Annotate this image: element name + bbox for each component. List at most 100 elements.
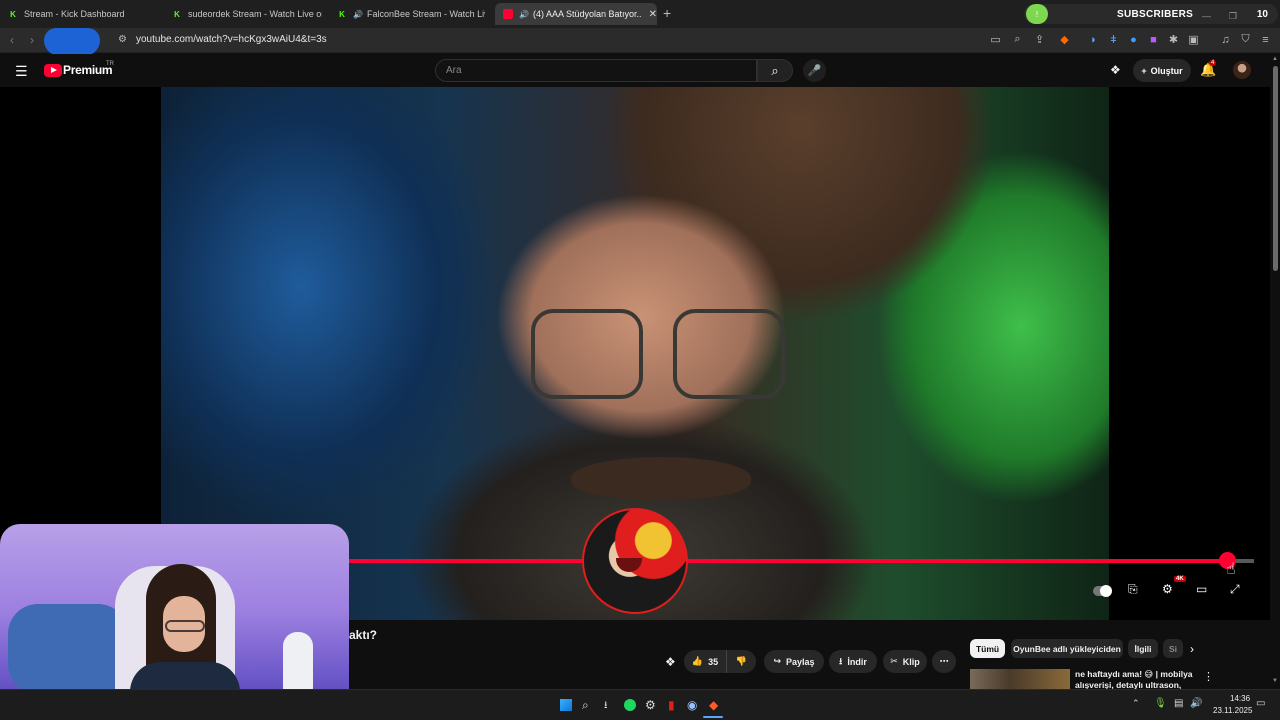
webcam-streamer-glasses	[165, 620, 205, 632]
chip-all[interactable]: Tümü	[970, 639, 1005, 658]
clip-button[interactable]: ✂ Klip	[883, 650, 927, 673]
translate-icon[interactable]: ǂ	[1107, 33, 1120, 46]
profile-logo	[44, 28, 100, 56]
brave-icon[interactable]: ◆	[709, 698, 718, 712]
youtube-logo-icon[interactable]	[44, 64, 62, 77]
app-icon[interactable]: ⚙	[645, 698, 656, 712]
download-icon: ⭳	[839, 655, 843, 666]
url-field[interactable]: youtube.com/watch?v=hcKgx3wAiU4&t=3s	[136, 34, 327, 45]
brave-shield-icon[interactable]: ◆	[1058, 33, 1071, 46]
search-icon[interactable]: ⌕	[582, 698, 589, 713]
network-icon[interactable]: ▤	[1174, 698, 1183, 709]
youtube-brand[interactable]: Premium	[63, 63, 113, 77]
notification-center-icon[interactable]: ▭	[1256, 698, 1265, 709]
minimize-icon[interactable]: —	[1202, 11, 1211, 21]
like-button[interactable]: 👍 35	[684, 650, 726, 673]
shield-icon[interactable]: ⛉	[1239, 33, 1252, 46]
tray-chevron-icon[interactable]: ⌃	[1132, 698, 1140, 709]
create-label: Oluştur	[1150, 65, 1183, 76]
search-button[interactable]: ⌕	[757, 59, 793, 82]
chip-related[interactable]: İlgili	[1128, 639, 1158, 658]
more-vert-icon[interactable]: ⋮	[1203, 670, 1214, 683]
create-button[interactable]: + Oluştur	[1133, 59, 1191, 82]
tab-kick-dashboard[interactable]: K Stream - Kick Dashboard	[8, 3, 158, 25]
tab-sudeordek-stream[interactable]: K sudeordek Stream - Watch Live on K	[172, 3, 322, 25]
hamburger-menu-icon[interactable]: ☰	[15, 63, 28, 80]
fullscreen-icon[interactable]: ⤢	[1230, 582, 1240, 597]
scroll-down-icon[interactable]: ▼	[1272, 678, 1278, 684]
close-tab-icon[interactable]: ✕	[649, 9, 657, 20]
voice-search-button[interactable]: 🎤	[803, 59, 826, 82]
gem-icon[interactable]: ❖	[1110, 63, 1121, 77]
tab-title: (4) AAA Stüdyolan Batıyor...	[532, 9, 641, 19]
menu-icon[interactable]: ≡	[1259, 33, 1272, 46]
volume-icon[interactable]: 🔊	[1190, 698, 1202, 709]
share-icon[interactable]: ⇪	[1033, 33, 1046, 46]
subscribers-count: 10	[1256, 8, 1268, 20]
vpn-icon[interactable]: ●	[1127, 33, 1140, 46]
gem-icon[interactable]: ❖	[665, 655, 676, 669]
forward-icon[interactable]: ›	[30, 33, 34, 47]
extension-icon[interactable]: ■	[1147, 33, 1160, 46]
dislike-button[interactable]: 👎	[726, 650, 756, 673]
speaker-icon: 🔊	[353, 9, 363, 19]
site-settings-icon[interactable]: ⚙	[118, 34, 127, 45]
download-icon[interactable]: ⭳	[604, 698, 608, 715]
zoom-icon[interactable]: ⌕	[1011, 33, 1024, 46]
speaker-icon: 🔊	[519, 9, 529, 19]
recommendation-title[interactable]: ne haftaydı ama! 😅 | mobilya alışverişi,…	[1075, 669, 1200, 689]
chevron-right-icon[interactable]: ›	[1190, 642, 1194, 656]
plus-icon: +	[1141, 65, 1147, 76]
steam-icon[interactable]: ◉	[687, 698, 697, 712]
recommendation-thumbnail[interactable]	[970, 669, 1070, 689]
mic-icon[interactable]: 🎙	[1154, 698, 1167, 709]
extension-icon[interactable]: ◗	[1087, 33, 1100, 46]
page-scrollbar[interactable]: ▲ ▼	[1270, 54, 1280, 688]
scissors-icon: ✂	[890, 656, 898, 666]
share-label: Paylaş	[786, 656, 815, 667]
app-icon[interactable]: ▮	[668, 698, 675, 712]
subscribers-indicator: !	[1026, 4, 1048, 24]
active-app-indicator	[703, 716, 723, 718]
tab-title: FalconBee Stream - Watch Live on	[366, 9, 485, 19]
subtitles-icon[interactable]: ⎘	[1128, 582, 1138, 597]
browser-tab-strip: K Stream - Kick Dashboard K sudeordek St…	[0, 0, 1280, 28]
maximize-icon[interactable]: ❐	[1229, 11, 1237, 22]
tab-falconbee-stream[interactable]: K 🔊 FalconBee Stream - Watch Live on	[337, 3, 485, 25]
video-subject-glasses	[673, 309, 785, 399]
scroll-thumb[interactable]	[1273, 66, 1278, 271]
progress-played	[349, 559, 1227, 563]
new-tab-icon[interactable]: +	[663, 5, 671, 21]
scroll-up-icon[interactable]: ▲	[1272, 56, 1278, 62]
sidebar-icon[interactable]: ▣	[1187, 33, 1200, 46]
autoplay-toggle[interactable]	[1093, 585, 1112, 597]
spotify-icon[interactable]	[624, 699, 636, 711]
like-count: 35	[708, 656, 719, 667]
more-actions-button[interactable]: ⋯	[932, 650, 956, 673]
tab-title: Stream - Kick Dashboard	[24, 9, 125, 19]
cast-icon[interactable]: ▭	[989, 33, 1002, 46]
thumbs-up-icon: 👍	[691, 656, 704, 666]
address-bar: ‹ › ⚙ youtube.com/watch?v=hcKgx3wAiU4&t=…	[0, 28, 1280, 56]
share-button[interactable]: ↪ Paylaş	[764, 650, 824, 673]
clock-time[interactable]: 14:36	[1230, 694, 1250, 703]
download-button[interactable]: ⭳ İndir	[829, 650, 877, 673]
search-input[interactable]: Ara	[435, 59, 757, 82]
tab-title: sudeordek Stream - Watch Live on K	[188, 9, 322, 19]
quality-badge: 4K	[1174, 576, 1186, 582]
back-icon[interactable]: ‹	[10, 33, 14, 47]
video-subject-mustache	[571, 457, 751, 499]
clock-date[interactable]: 23.11.2025	[1213, 706, 1252, 715]
kick-icon: K	[339, 9, 345, 19]
extensions-icon[interactable]: ✱	[1167, 33, 1180, 46]
account-avatar[interactable]	[1233, 61, 1251, 79]
theater-mode-icon[interactable]: ▭	[1196, 582, 1207, 596]
thumbs-down-icon: 👎	[735, 656, 748, 666]
download-label: İndir	[847, 656, 867, 667]
start-icon[interactable]	[560, 699, 572, 711]
chip-partial[interactable]: Si	[1163, 639, 1183, 658]
settings-gear-icon[interactable]: ⚙	[1162, 582, 1173, 596]
music-icon[interactable]: ♫	[1219, 33, 1232, 46]
chip-from-uploader[interactable]: OyunBee adlı yükleyiciden	[1011, 639, 1123, 658]
tab-youtube-active[interactable]: 🔊 (4) AAA Stüdyolan Batıyor... ✕	[495, 3, 657, 25]
